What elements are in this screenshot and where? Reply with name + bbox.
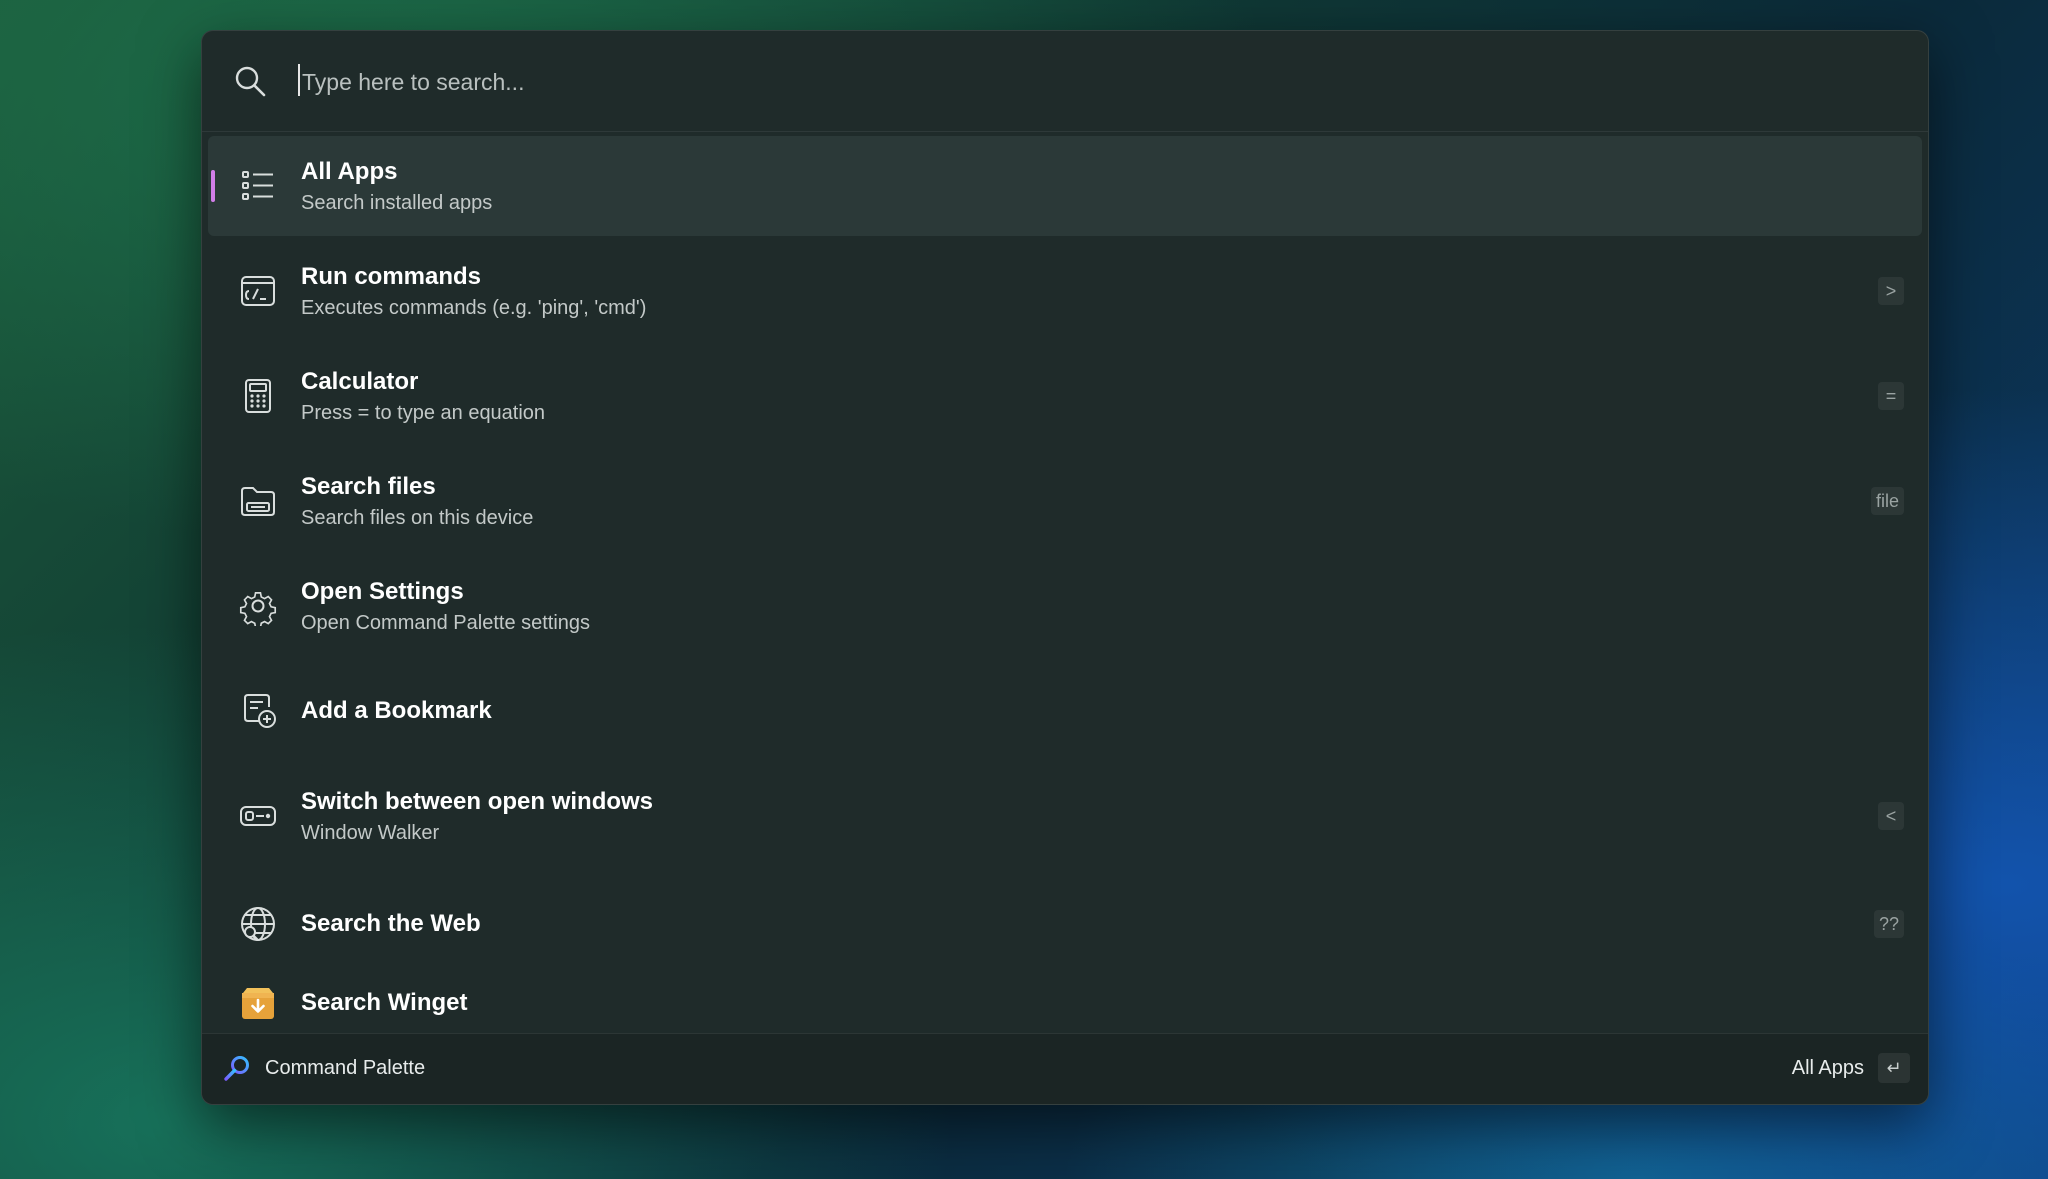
footer-bar: Command Palette All Apps ↵ <box>202 1033 1928 1104</box>
item-subtitle: Press = to type an equation <box>301 402 546 424</box>
winget-package-icon <box>238 983 278 1023</box>
shortcut-badge: > <box>1878 277 1904 305</box>
list-icon <box>238 166 278 206</box>
item-title: Search the Web <box>301 910 481 937</box>
calculator-icon <box>238 376 278 416</box>
footer-primary-action[interactable]: All Apps <box>1792 1057 1864 1080</box>
item-title: Search Winget <box>301 989 468 1016</box>
shortcut-badge: ?? <box>1873 910 1904 938</box>
list-item-switch-windows[interactable]: Switch between open windows Window Walke… <box>208 766 1922 866</box>
shortcut-badge: file <box>1870 487 1904 515</box>
enter-key-icon[interactable]: ↵ <box>1878 1053 1910 1083</box>
shortcut-badge: = <box>1878 382 1904 410</box>
list-item-calculator[interactable]: Calculator Press = to type an equation = <box>208 346 1922 446</box>
folder-icon <box>238 481 278 521</box>
item-subtitle: Open Command Palette settings <box>301 612 591 634</box>
item-subtitle: Window Walker <box>301 822 440 844</box>
window-switch-icon <box>238 796 278 836</box>
selection-indicator <box>211 170 215 202</box>
search-icon <box>232 63 268 99</box>
item-subtitle: Search installed apps <box>301 192 493 214</box>
command-palette-logo-icon <box>222 1054 252 1084</box>
item-title: Add a Bookmark <box>301 697 492 724</box>
shortcut-badge: < <box>1878 802 1904 830</box>
command-palette-window: All Apps Search installed apps Run comma… <box>201 30 1929 1105</box>
search-bar <box>202 31 1928 132</box>
list-item-search-files[interactable]: Search files Search files on this device… <box>208 451 1922 551</box>
gear-icon <box>238 586 278 626</box>
list-item-add-bookmark[interactable]: Add a Bookmark <box>208 661 1922 761</box>
results-list[interactable]: All Apps Search installed apps Run comma… <box>202 131 1928 1063</box>
item-title: Open Settings <box>301 578 464 605</box>
list-item-run-commands[interactable]: Run commands Executes commands (e.g. 'pi… <box>208 241 1922 341</box>
search-input[interactable] <box>300 53 1804 111</box>
item-title: Search files <box>301 473 436 500</box>
list-item-open-settings[interactable]: Open Settings Open Command Palette setti… <box>208 556 1922 656</box>
list-item-all-apps[interactable]: All Apps Search installed apps <box>208 136 1922 236</box>
item-title: Run commands <box>301 263 482 290</box>
terminal-icon <box>238 271 278 311</box>
footer-app-name: Command Palette <box>265 1057 426 1079</box>
bookmark-add-icon <box>238 691 278 731</box>
globe-icon <box>238 904 278 944</box>
item-title: All Apps <box>301 158 398 185</box>
item-title: Calculator <box>301 368 419 395</box>
item-title: Switch between open windows <box>301 788 654 815</box>
item-subtitle: Search files on this device <box>301 507 534 529</box>
item-subtitle: Executes commands (e.g. 'ping', 'cmd') <box>301 297 647 319</box>
